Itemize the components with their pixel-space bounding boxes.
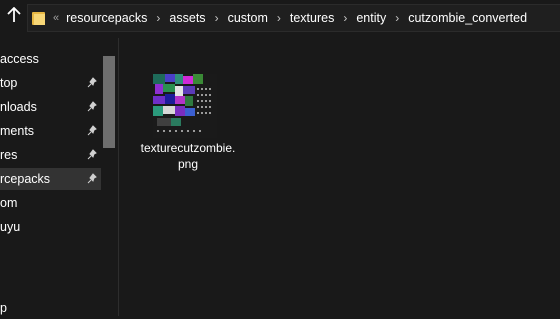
breadcrumb-textures[interactable]: textures [290, 11, 334, 25]
pin-icon [86, 120, 98, 142]
address-bar[interactable]: « resourcepacks › assets › custom › text… [27, 4, 560, 32]
breadcrumb-entity[interactable]: entity [356, 11, 386, 25]
breadcrumb-custom[interactable]: custom [228, 11, 268, 25]
overflow-chevron-icon[interactable]: « [53, 12, 59, 24]
nav-item-desktop[interactable]: top [0, 72, 101, 94]
breadcrumb-assets[interactable]: assets [169, 11, 205, 25]
pin-icon [86, 72, 98, 94]
nav-item-om[interactable]: om [0, 192, 101, 214]
png-thumbnail-icon [153, 74, 217, 138]
file-name: texturecutzombie.png [140, 141, 236, 171]
breadcrumb-separator-icon[interactable]: › [277, 11, 281, 25]
nav-item-quick-access[interactable]: access [0, 48, 101, 70]
folder-icon [32, 11, 45, 25]
nav-item-documents[interactable]: ments [0, 120, 101, 142]
nav-item-uyu[interactable]: uyu [0, 216, 101, 238]
nav-item-label: top [0, 76, 18, 90]
nav-item-label: nloads [0, 100, 37, 114]
nav-item-label: res [0, 148, 18, 162]
pin-icon [86, 144, 98, 166]
file-item[interactable]: texturecutzombie.png [139, 68, 239, 180]
nav-item-pictures[interactable]: res [0, 144, 101, 166]
pin-icon [86, 168, 98, 190]
nav-item-resourcepacks[interactable]: rcepacks [0, 168, 101, 190]
nav-scrollbar-thumb[interactable] [103, 56, 115, 148]
up-arrow-icon[interactable] [5, 6, 23, 27]
nav-item-label: om [0, 196, 18, 210]
nav-item-label: rcepacks [0, 172, 51, 186]
breadcrumb-resourcepacks[interactable]: resourcepacks [66, 11, 147, 25]
pin-icon [86, 96, 98, 118]
breadcrumb-separator-icon[interactable]: › [215, 11, 219, 25]
nav-item-label: access [0, 52, 39, 66]
up-arrow-svg [7, 6, 21, 22]
toolbar: « resourcepacks › assets › custom › text… [0, 0, 560, 34]
breadcrumb-cutzombie-converted[interactable]: cutzombie_converted [408, 11, 527, 25]
breadcrumb-separator-icon[interactable]: › [395, 11, 399, 25]
nav-item-label: ments [0, 124, 35, 138]
breadcrumb-separator-icon[interactable]: › [156, 11, 160, 25]
texture-preview [153, 74, 217, 138]
nav-item-downloads[interactable]: nloads [0, 96, 101, 118]
navigation-pane: access top nloads ments res rcepacks om … [0, 38, 118, 316]
file-list: texturecutzombie.png [119, 38, 560, 316]
breadcrumb-separator-icon[interactable]: › [343, 11, 347, 25]
nav-item-label: uyu [0, 220, 21, 234]
